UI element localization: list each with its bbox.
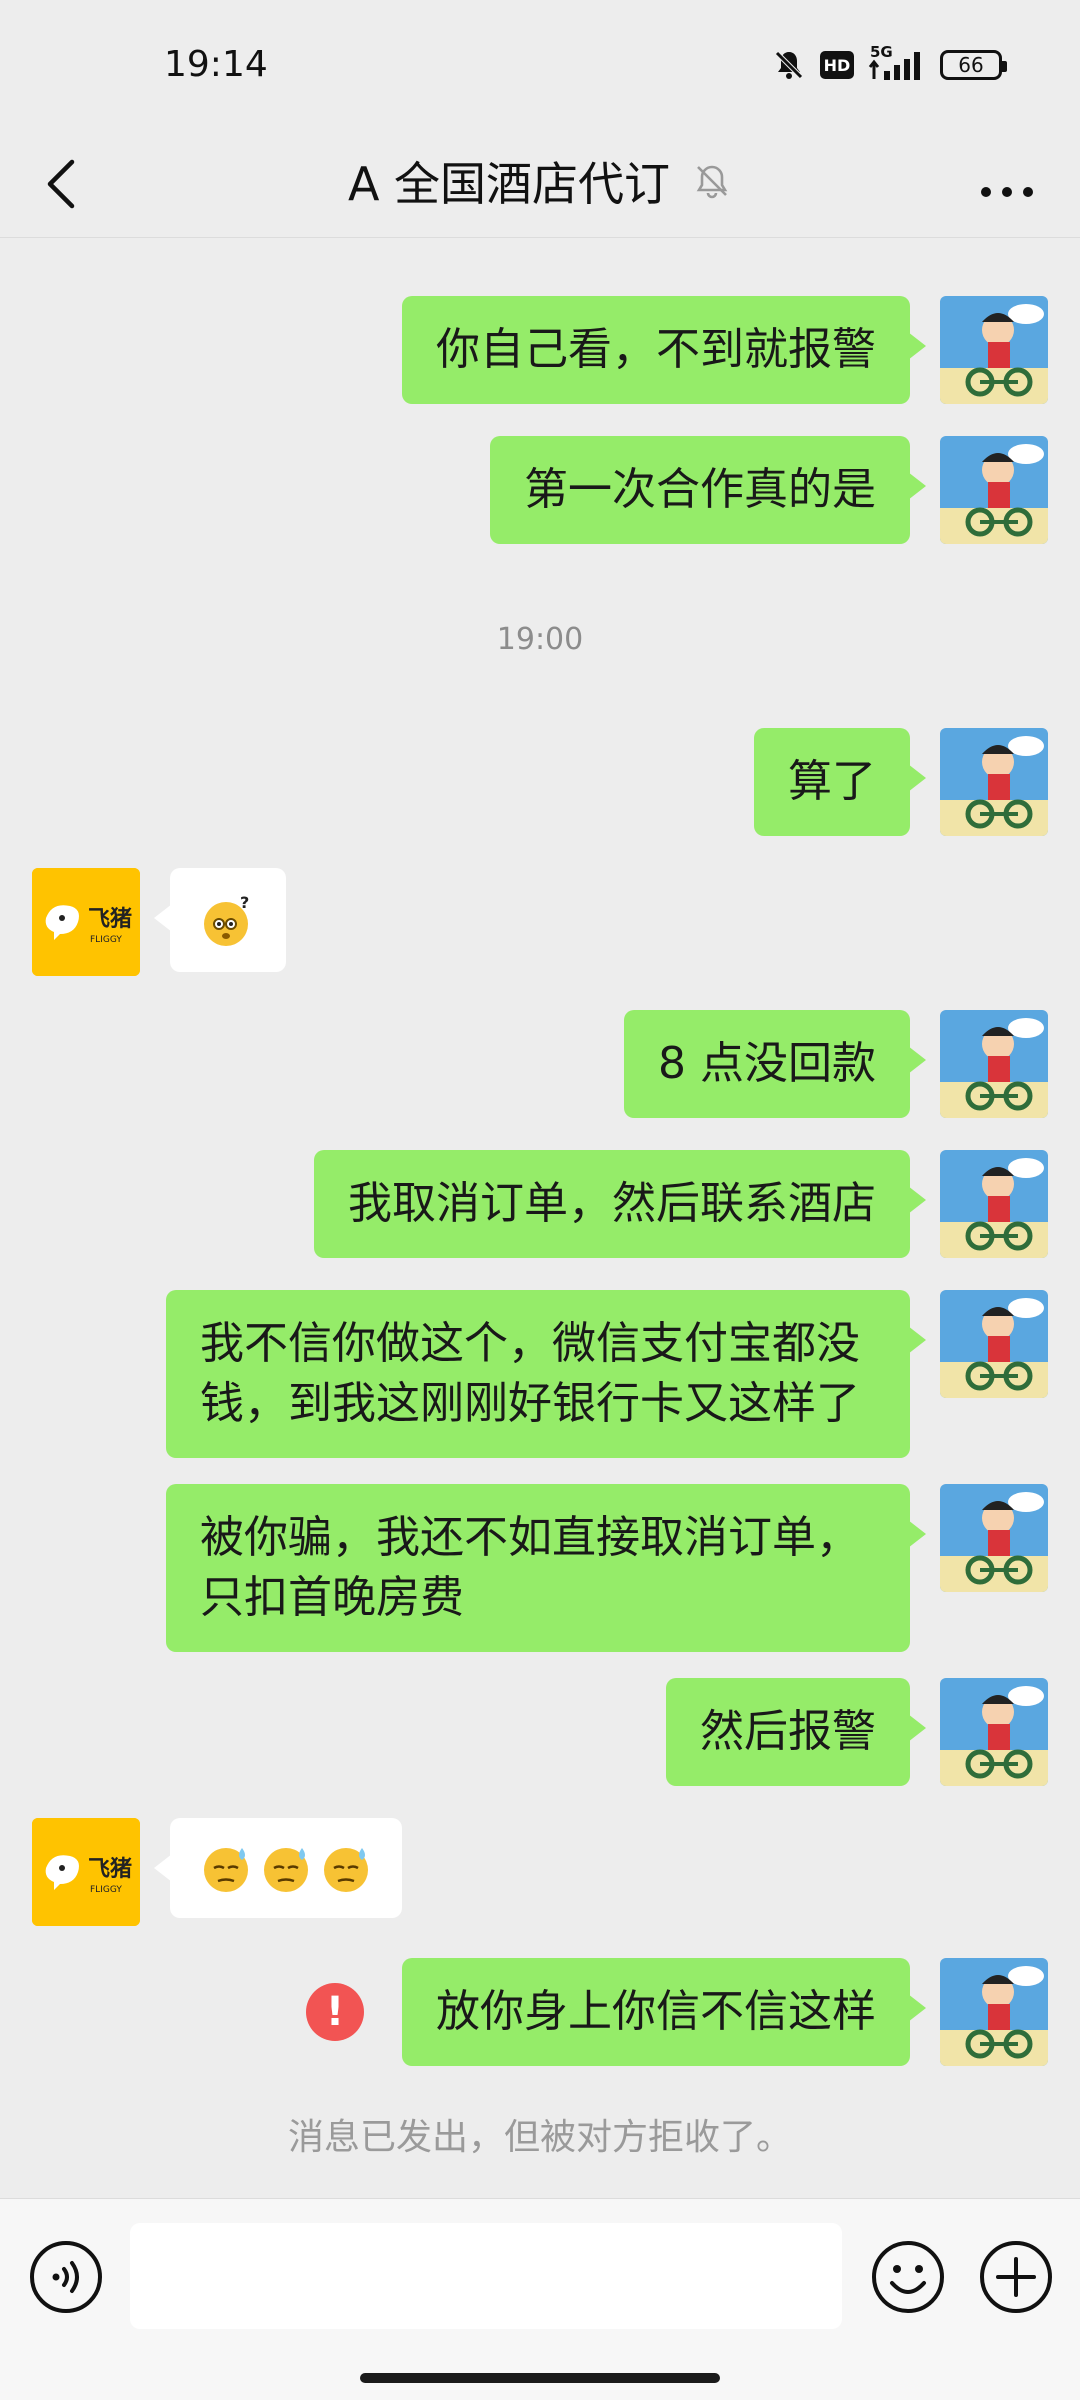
bell-off-icon	[772, 48, 806, 82]
message-bubble-self[interactable]: 然后报警	[666, 1678, 926, 1786]
avatar[interactable]	[940, 1010, 1048, 1118]
more-dots-icon	[981, 187, 1033, 197]
contact-avatar[interactable]: 飞猪 FLIGGY	[32, 1818, 140, 1926]
chat-title-container: A 全国酒店代订	[0, 148, 1080, 214]
avatar[interactable]	[940, 1290, 1048, 1398]
sweat-emoji	[324, 1848, 368, 1892]
home-indicator[interactable]	[360, 2373, 720, 2383]
user-avatar-image	[940, 1484, 1048, 1592]
voice-icon	[30, 2241, 102, 2313]
message-bubble-self[interactable]: 8 点没回款	[624, 1010, 926, 1118]
network-label: 5G	[870, 43, 893, 61]
contact-avatar[interactable]: 飞猪 FLIGGY	[32, 868, 140, 976]
user-avatar-image	[940, 1678, 1048, 1786]
avatar[interactable]	[940, 1958, 1048, 2066]
avatar[interactable]	[940, 436, 1048, 544]
status-icons: HD 5G 66	[772, 43, 1007, 82]
user-avatar-image	[940, 1150, 1048, 1258]
svg-text:?: ?	[240, 894, 249, 912]
message-line: 被你骗，我还不如直接取消订单，	[200, 1512, 860, 1563]
message-list[interactable]: 你自己看，不到就报警 第一次合作真的是 19:00 算了 飞猪 FLIGGY ?…	[0, 238, 1080, 2198]
fliggy-logo-icon: 飞猪 FLIGGY	[32, 868, 140, 976]
send-failed-icon[interactable]: !	[306, 1983, 364, 2041]
signal-icon: 5G	[868, 43, 926, 81]
sweat-emoji	[264, 1848, 308, 1892]
fliggy-logo-subtext: FLIGGY	[90, 935, 122, 945]
avatar[interactable]	[940, 296, 1048, 404]
emoji-button[interactable]	[870, 2239, 946, 2315]
plus-icon	[980, 2241, 1052, 2313]
message-bubble-self[interactable]: 算了	[754, 728, 926, 836]
more-options-button[interactable]	[968, 150, 1046, 214]
input-bar	[0, 2198, 1080, 2400]
system-notice: 消息已发出，但被对方拒收了。	[287, 2117, 792, 2158]
message-input[interactable]	[130, 2223, 842, 2329]
message-bubble-self[interactable]: 放你身上你信不信这样	[402, 1958, 926, 2066]
more-functions-button[interactable]	[978, 2239, 1054, 2315]
message-bubble-self[interactable]: 第一次合作真的是	[490, 436, 926, 544]
emoji-icon	[872, 2241, 944, 2313]
message-bubble-self[interactable]: 我不信你做这个，微信支付宝都没 钱，到我这刚刚好银行卡又这样了	[166, 1290, 926, 1458]
sweat-emoji	[204, 1848, 248, 1892]
avatar[interactable]	[940, 1678, 1048, 1786]
fliggy-logo-text: 飞猪	[88, 906, 132, 932]
user-avatar-image	[940, 1290, 1048, 1398]
avatar[interactable]	[940, 1150, 1048, 1258]
user-avatar-image	[940, 728, 1048, 836]
user-avatar-image	[940, 296, 1048, 404]
timestamp: 19:00	[496, 622, 584, 657]
avatar[interactable]	[940, 1484, 1048, 1592]
fliggy-logo-text: 飞猪	[88, 1856, 132, 1882]
user-avatar-image	[940, 1010, 1048, 1118]
message-bubble-self[interactable]: 被你骗，我还不如直接取消订单， 只扣首晚房费	[166, 1484, 926, 1652]
fliggy-logo-icon: 飞猪 FLIGGY	[32, 1818, 140, 1926]
user-avatar-image	[940, 436, 1048, 544]
status-bar: 19:14 HD 5G 66	[0, 0, 1080, 130]
message-bubble-self[interactable]: 你自己看，不到就报警	[402, 296, 926, 404]
thinking-question-emoji: ?	[204, 894, 249, 946]
message-bubble-other[interactable]: ?	[154, 868, 286, 972]
message-line: 钱，到我这刚刚好银行卡又这样了	[200, 1378, 860, 1429]
hd-badge: HD	[820, 51, 854, 79]
battery-indicator: 66	[940, 50, 1007, 80]
message-bubble-self[interactable]: 我取消订单，然后联系酒店	[314, 1150, 926, 1258]
avatar[interactable]	[940, 728, 1048, 836]
message-bubble-other[interactable]	[154, 1818, 402, 1918]
status-time: 19:14	[164, 44, 268, 85]
message-line: 我不信你做这个，微信支付宝都没	[200, 1318, 860, 1369]
chat-title: A 全国酒店代订	[347, 157, 671, 211]
message-line: 只扣首晚房费	[200, 1572, 464, 1623]
user-avatar-image	[940, 1958, 1048, 2066]
bell-off-icon	[696, 165, 728, 199]
voice-button[interactable]	[28, 2239, 104, 2315]
chat-header: A 全国酒店代订	[0, 130, 1080, 238]
fliggy-logo-subtext: FLIGGY	[90, 1885, 122, 1895]
